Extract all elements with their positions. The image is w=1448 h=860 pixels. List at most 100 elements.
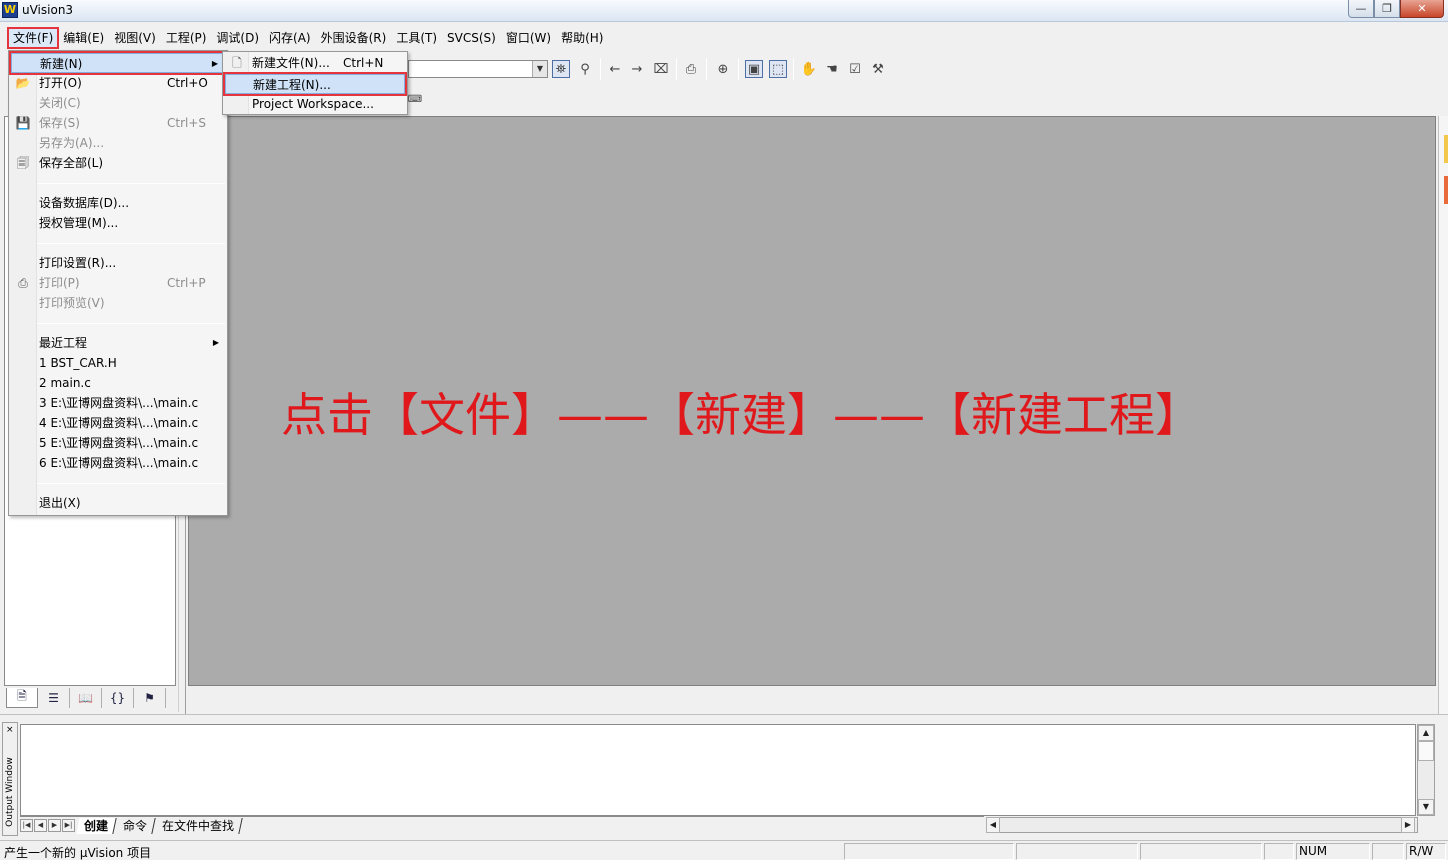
menu-separator — [37, 243, 225, 244]
menu-item-print-label: 打印(P) — [39, 276, 80, 290]
output-text-area[interactable] — [20, 724, 1416, 816]
tab-last-icon[interactable]: ▶| — [62, 819, 75, 832]
menu-item-license-management[interactable]: 授权管理(M)... — [11, 213, 225, 233]
menu-item-new-label: 新建(N) — [40, 57, 83, 71]
output-vertical-scrollbar[interactable]: ▲ ▼ — [1417, 724, 1435, 816]
output-splitter[interactable] — [0, 714, 1448, 722]
checklist-icon[interactable]: ☑ — [846, 60, 864, 78]
forward-arrow-icon[interactable]: → — [628, 60, 646, 78]
recent-file-label: 5 E:\亚博网盘资料\...\main.c — [39, 436, 199, 450]
tab-find-label: 在文件中查找 — [162, 818, 235, 833]
tab-command-label: 命令 — [123, 818, 148, 833]
functions-tab-icon[interactable]: {} — [102, 688, 134, 708]
menu-item-new[interactable]: 新建(N) ▶ — [9, 51, 227, 75]
menu-edit[interactable]: 编辑(E) — [58, 28, 109, 48]
menu-item-recent-file-4[interactable]: 4 E:\亚博网盘资料\...\main.c — [11, 413, 225, 433]
tab-prev-icon[interactable]: ◀ — [34, 819, 47, 832]
tab-first-icon[interactable]: |◀ — [20, 819, 33, 832]
menu-separator — [37, 183, 225, 184]
recent-file-label: 2 main.c — [39, 376, 91, 390]
menu-item-project-workspace[interactable]: Project Workspace... — [225, 94, 405, 114]
menu-item-device-database[interactable]: 设备数据库(D)... — [11, 193, 225, 213]
window-toggle-icon[interactable]: ▣ — [745, 60, 763, 78]
menu-help[interactable]: 帮助(H) — [556, 28, 608, 48]
combo-arrow-icon[interactable]: ▼ — [532, 61, 547, 77]
toolbar-separator — [600, 58, 601, 80]
browse-icon[interactable]: ⬚ — [769, 60, 787, 78]
templates-tab-icon[interactable]: ⚑ — [134, 688, 166, 708]
menu-svcs[interactable]: SVCS(S) — [442, 28, 501, 48]
registers-tab-icon[interactable]: ☰ — [38, 688, 70, 708]
menu-item-print-setup[interactable]: 打印设置(R)... — [11, 253, 225, 273]
menu-tools[interactable]: 工具(T) — [391, 28, 442, 48]
tab-find-in-files[interactable]: 在文件中查找 — [154, 817, 243, 834]
save-all-icon: 🗐 — [17, 156, 29, 170]
status-pane — [1140, 843, 1262, 860]
hand-cursor-icon[interactable]: ☚ — [823, 60, 841, 78]
menu-debug[interactable]: 调试(D) — [211, 28, 264, 48]
menu-item-print-shortcut: Ctrl+P — [167, 276, 206, 290]
menu-item-print-preview-label: 打印预览(V) — [39, 296, 105, 310]
print-icon[interactable]: ⎙ — [682, 60, 700, 78]
menu-separator — [37, 483, 225, 484]
output-window-sidebar: × Output Window — [2, 722, 18, 836]
tab-build[interactable]: 创建 — [76, 817, 117, 834]
tab-build-label: 创建 — [84, 818, 109, 833]
close-button[interactable]: ✕ — [1400, 0, 1444, 18]
output-close-icon[interactable]: × — [6, 725, 14, 735]
hand-icon[interactable]: ✋ — [800, 60, 818, 78]
zoom-icon[interactable]: ⊕ — [714, 60, 732, 78]
books-tab-icon[interactable]: 📖 — [70, 688, 102, 708]
menu-item-recent-file-6[interactable]: 6 E:\亚博网盘资料\...\main.c — [11, 453, 225, 473]
menu-item-close: 关闭(C) — [11, 93, 225, 113]
menu-item-recent-file-1[interactable]: 1 BST_CAR.H — [11, 353, 225, 373]
find-in-files-icon[interactable]: ⚲ — [576, 60, 594, 78]
bookmark-icon[interactable]: ⌧ — [652, 60, 670, 78]
tab-command[interactable]: 命令 — [115, 817, 156, 834]
back-arrow-icon[interactable]: ← — [606, 60, 624, 78]
status-pane — [1372, 843, 1404, 860]
menu-view[interactable]: 视图(V) — [109, 28, 161, 48]
find-combo[interactable]: ▼ — [408, 60, 548, 78]
menu-item-save-label: 保存(S) — [39, 116, 80, 130]
menu-item-new-file[interactable]: 🗋 新建文件(N)... Ctrl+N — [225, 53, 405, 73]
menu-item-new-project[interactable]: 新建工程(N)... — [223, 72, 407, 96]
status-pane — [1264, 843, 1294, 860]
tab-next-icon[interactable]: ▶ — [48, 819, 61, 832]
keyboard-icon[interactable]: ⌨ — [406, 90, 424, 108]
scroll-thumb[interactable] — [1418, 741, 1434, 761]
menu-file[interactable]: 文件(F) — [6, 27, 60, 49]
minimize-button[interactable]: — — [1348, 0, 1374, 18]
workspace-tabs: 🗎 ☰ 📖 {} ⚑ — [6, 688, 166, 708]
menu-item-exit[interactable]: 退出(X) — [11, 493, 225, 513]
editor-client-area: 点击【文件】——【新建】——【新建工程】 — [188, 116, 1436, 686]
files-tab-icon[interactable]: 🗎 — [6, 688, 38, 708]
menu-project[interactable]: 工程(P) — [161, 28, 212, 48]
menu-item-exit-label: 退出(X) — [39, 496, 81, 510]
binoculars-icon[interactable]: ⛯ — [552, 60, 570, 78]
tools-icon[interactable]: ⚒ — [869, 60, 887, 78]
menu-window[interactable]: 窗口(W) — [501, 28, 556, 48]
menu-item-save-all[interactable]: 🗐 保存全部(L) — [11, 153, 225, 173]
menu-flash[interactable]: 闪存(A) — [264, 28, 316, 48]
output-horizontal-scrollbar[interactable]: ◀ ▶ — [986, 817, 1418, 833]
menu-item-recent-file-3[interactable]: 3 E:\亚博网盘资料\...\main.c — [11, 393, 225, 413]
scroll-right-icon[interactable]: ▶ — [1401, 817, 1415, 833]
recent-file-label: 1 BST_CAR.H — [39, 356, 117, 370]
menu-item-open[interactable]: 📂 打开(O) Ctrl+O — [11, 73, 225, 93]
scroll-up-icon[interactable]: ▲ — [1418, 725, 1434, 741]
menu-item-recent-file-2[interactable]: 2 main.c — [11, 373, 225, 393]
menu-peripherals[interactable]: 外围设备(R) — [316, 28, 392, 48]
menu-item-save-as-label: 另存为(A)... — [39, 136, 105, 150]
scroll-down-icon[interactable]: ▼ — [1418, 799, 1434, 815]
scroll-left-icon[interactable]: ◀ — [986, 817, 1000, 833]
menu-item-recent-projects[interactable]: 最近工程 ▶ — [11, 333, 225, 353]
menu-item-new-project-label: 新建工程(N)... — [253, 78, 331, 92]
menu-item-recent-file-5[interactable]: 5 E:\亚博网盘资料\...\main.c — [11, 433, 225, 453]
toolbar-separator — [738, 58, 739, 80]
maximize-button[interactable]: ❐ — [1374, 0, 1400, 18]
menu-item-new-file-shortcut: Ctrl+N — [343, 56, 384, 70]
toolbar-separator — [793, 58, 794, 80]
menu-separator — [37, 323, 225, 324]
save-icon: 💾 — [15, 116, 31, 130]
